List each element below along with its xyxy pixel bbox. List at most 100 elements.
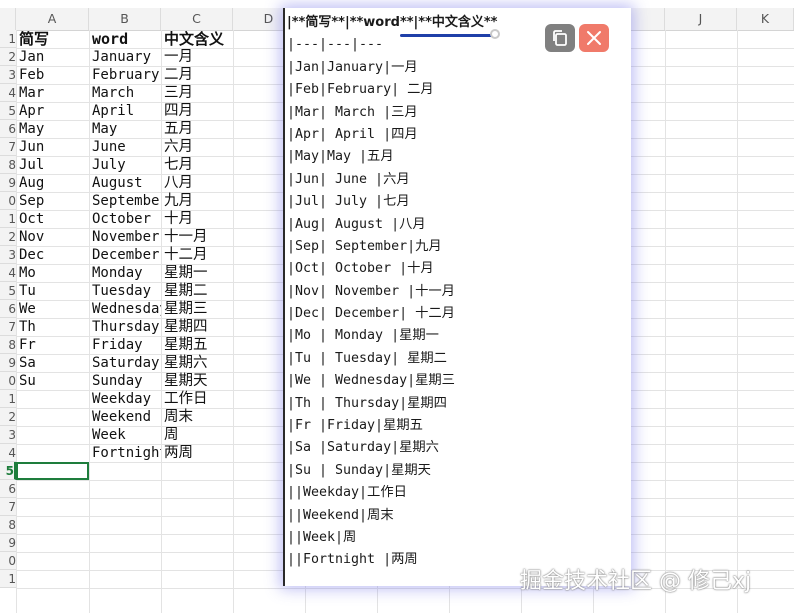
- cell-B9[interactable]: August: [89, 174, 161, 192]
- row-header[interactable]: 6: [0, 300, 16, 318]
- cell-C7[interactable]: 六月: [161, 138, 233, 156]
- cell-B16[interactable]: Wednesday: [89, 300, 161, 318]
- cell-A22[interactable]: [16, 408, 89, 426]
- row-header[interactable]: 4: [0, 444, 16, 462]
- cell-C10[interactable]: 九月: [161, 192, 233, 210]
- row-header[interactable]: 6: [0, 120, 16, 138]
- cell-A19[interactable]: Sa: [16, 354, 89, 372]
- cell-C2[interactable]: 一月: [161, 48, 233, 66]
- row-header[interactable]: 9: [0, 534, 16, 552]
- row-header[interactable]: 6: [0, 480, 16, 498]
- cell-B20[interactable]: Sunday: [89, 372, 161, 390]
- row-header[interactable]: 8: [0, 156, 16, 174]
- cell-C9[interactable]: 八月: [161, 174, 233, 192]
- cell-A9[interactable]: Aug: [16, 174, 89, 192]
- column-header-A[interactable]: A: [16, 8, 89, 30]
- cell-A21[interactable]: [16, 390, 89, 408]
- cell-B18[interactable]: Friday: [89, 336, 161, 354]
- cell-C20[interactable]: 星期天: [161, 372, 233, 390]
- row-header[interactable]: 7: [0, 138, 16, 156]
- row-header[interactable]: 1: [0, 210, 16, 228]
- row-header[interactable]: 9: [0, 174, 16, 192]
- cell-A4[interactable]: Mar: [16, 84, 89, 102]
- cell-B1[interactable]: word: [89, 30, 161, 48]
- cell-B8[interactable]: July: [89, 156, 161, 174]
- cell-B19[interactable]: Saturday: [89, 354, 161, 372]
- cell-C19[interactable]: 星期六: [161, 354, 233, 372]
- row-header[interactable]: 0: [0, 372, 16, 390]
- row-header[interactable]: 5: [0, 282, 16, 300]
- cell-A2[interactable]: Jan: [16, 48, 89, 66]
- cell-C22[interactable]: 周末: [161, 408, 233, 426]
- column-header-B[interactable]: B: [89, 8, 161, 30]
- row-header[interactable]: 3: [0, 66, 16, 84]
- row-header[interactable]: 8: [0, 336, 16, 354]
- row-header[interactable]: 1: [0, 30, 16, 48]
- cell-C13[interactable]: 十二月: [161, 246, 233, 264]
- row-header[interactable]: 7: [0, 498, 16, 516]
- cell-B13[interactable]: December: [89, 246, 161, 264]
- row-header[interactable]: 4: [0, 84, 16, 102]
- cell-A18[interactable]: Fr: [16, 336, 89, 354]
- row-header[interactable]: 2: [0, 48, 16, 66]
- cell-C5[interactable]: 四月: [161, 102, 233, 120]
- cell-C24[interactable]: 两周: [161, 444, 233, 462]
- cell-B7[interactable]: June: [89, 138, 161, 156]
- cell-B6[interactable]: May: [89, 120, 161, 138]
- cell-B23[interactable]: Week: [89, 426, 161, 444]
- row-header[interactable]: 5: [0, 102, 16, 120]
- close-button[interactable]: [579, 24, 609, 52]
- row-header[interactable]: 8: [0, 516, 16, 534]
- cell-A14[interactable]: Mo: [16, 264, 89, 282]
- cell-B15[interactable]: Tuesday: [89, 282, 161, 300]
- column-header-C[interactable]: C: [161, 8, 233, 30]
- cell-B22[interactable]: Weekend: [89, 408, 161, 426]
- cell-A5[interactable]: Apr: [16, 102, 89, 120]
- cell-B14[interactable]: Monday: [89, 264, 161, 282]
- cell-A17[interactable]: Th: [16, 318, 89, 336]
- cell-C18[interactable]: 星期五: [161, 336, 233, 354]
- cell-A20[interactable]: Su: [16, 372, 89, 390]
- row-header[interactable]: 5: [0, 462, 16, 480]
- cell-C6[interactable]: 五月: [161, 120, 233, 138]
- cell-A24[interactable]: [16, 444, 89, 462]
- cell-B3[interactable]: February: [89, 66, 161, 84]
- cell-A11[interactable]: Oct: [16, 210, 89, 228]
- cell-C17[interactable]: 星期四: [161, 318, 233, 336]
- cell-A15[interactable]: Tu: [16, 282, 89, 300]
- cell-C14[interactable]: 星期一: [161, 264, 233, 282]
- cell-B11[interactable]: October: [89, 210, 161, 228]
- cell-A8[interactable]: Jul: [16, 156, 89, 174]
- row-header[interactable]: 0: [0, 552, 16, 570]
- cell-C21[interactable]: 工作日: [161, 390, 233, 408]
- cell-A3[interactable]: Feb: [16, 66, 89, 84]
- column-header-K[interactable]: K: [737, 8, 794, 30]
- cell-B4[interactable]: March: [89, 84, 161, 102]
- row-header[interactable]: 2: [0, 228, 16, 246]
- cell-C3[interactable]: 二月: [161, 66, 233, 84]
- cell-C12[interactable]: 十一月: [161, 228, 233, 246]
- cell-B24[interactable]: Fortnight: [89, 444, 161, 462]
- cell-C16[interactable]: 星期三: [161, 300, 233, 318]
- cell-B12[interactable]: November: [89, 228, 161, 246]
- active-cell-selection[interactable]: [16, 462, 89, 480]
- row-header[interactable]: 7: [0, 318, 16, 336]
- row-header[interactable]: 2: [0, 408, 16, 426]
- cell-C1[interactable]: 中文含义: [161, 30, 233, 48]
- cell-A23[interactable]: [16, 426, 89, 444]
- row-header[interactable]: 0: [0, 192, 16, 210]
- cell-B2[interactable]: January: [89, 48, 161, 66]
- row-header[interactable]: 3: [0, 246, 16, 264]
- markdown-text[interactable]: |**简写**|**word**|**中文含义** |---|---|--- |Ja…: [287, 12, 631, 572]
- cell-A1[interactable]: 简写: [16, 30, 89, 48]
- row-header[interactable]: 1: [0, 390, 16, 408]
- row-header[interactable]: 9: [0, 354, 16, 372]
- select-all-corner[interactable]: [0, 8, 16, 30]
- cell-B21[interactable]: Weekday: [89, 390, 161, 408]
- column-header-J[interactable]: J: [665, 8, 737, 30]
- cell-B10[interactable]: September: [89, 192, 161, 210]
- row-header[interactable]: 3: [0, 426, 16, 444]
- cell-A13[interactable]: Dec: [16, 246, 89, 264]
- scroll-handle[interactable]: [490, 29, 500, 39]
- cell-C4[interactable]: 三月: [161, 84, 233, 102]
